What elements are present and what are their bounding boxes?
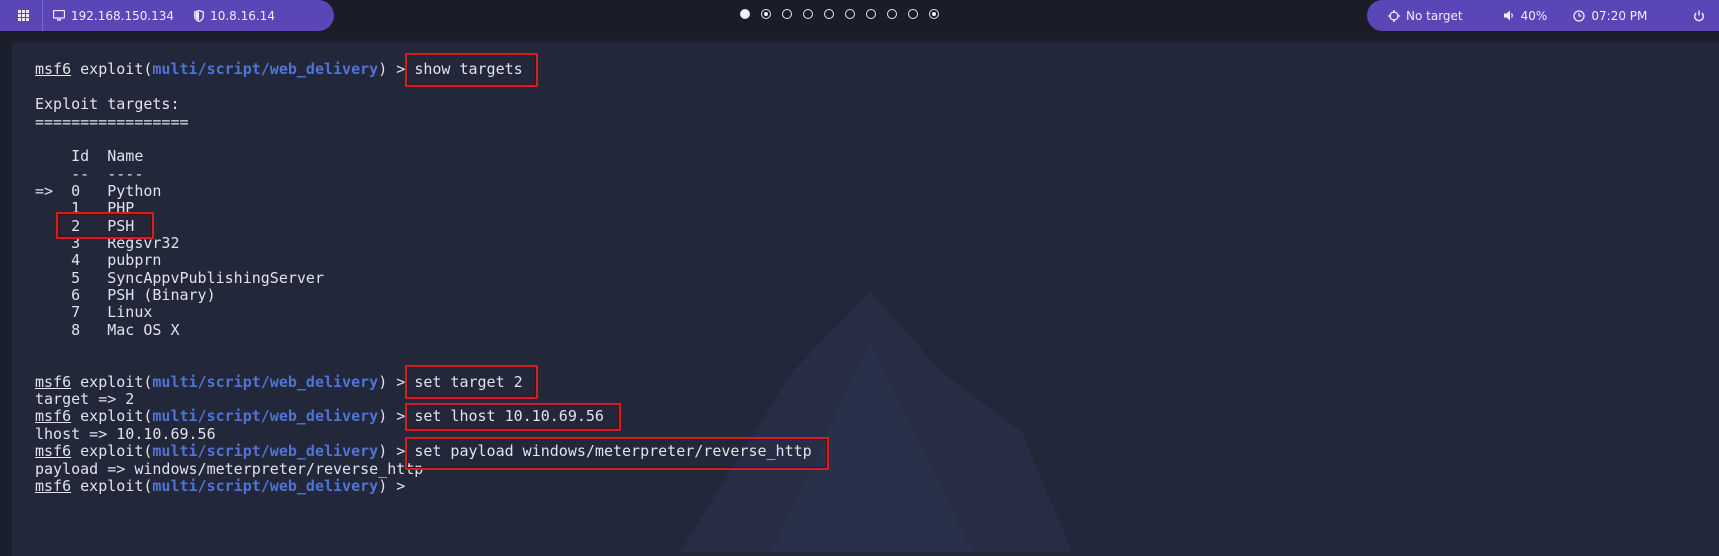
shield-icon (194, 9, 205, 22)
workspace-5-dot[interactable] (824, 9, 834, 19)
grid-menu-icon (17, 10, 29, 21)
monitor-icon (53, 10, 65, 21)
clock-icon (1573, 9, 1586, 22)
prompt-line-current[interactable]: msf6 exploit(multi/script/web_delivery) … (35, 477, 414, 496)
highlight-set-target (405, 365, 538, 399)
highlight-show-targets (405, 53, 538, 87)
workspace-indicators (740, 9, 939, 19)
status-pill-left: 192.168.150.134 10.8.16.14 (0, 0, 334, 31)
vpn-address-widget[interactable]: 10.8.16.14 (184, 0, 285, 31)
power-icon (1693, 10, 1705, 22)
workspace-10-dot[interactable] (929, 9, 939, 19)
highlight-set-lhost (405, 403, 621, 431)
workspace-3-dot[interactable] (782, 9, 792, 19)
workspace-7-dot[interactable] (866, 9, 876, 19)
targets-table-header: Id Name (35, 147, 144, 165)
clock-widget[interactable]: 07:20 PM (1563, 0, 1683, 31)
workspace-9-dot[interactable] (908, 9, 918, 19)
status-pill-right: No target 40% 07:20 PM (1367, 0, 1719, 31)
targets-heading: Exploit targets: (35, 95, 180, 113)
volume-text: 40% (1520, 8, 1548, 23)
volume-widget[interactable]: 40% (1494, 0, 1564, 31)
ip-address-widget[interactable]: 192.168.150.134 (43, 0, 184, 31)
app-menu-button[interactable] (0, 0, 43, 31)
highlight-target-psh (56, 212, 154, 239)
top-status-bar: 192.168.150.134 10.8.16.14 No target 40%… (0, 0, 1719, 32)
volume-icon (1503, 10, 1515, 21)
workspace-6-dot[interactable] (845, 9, 855, 19)
clock-text: 07:20 PM (1591, 8, 1648, 23)
workspace-2-dot[interactable] (761, 9, 771, 19)
vpn-address-text: 10.8.16.14 (210, 8, 275, 23)
target-row: 4 pubprn (35, 251, 162, 269)
workspace-4-dot[interactable] (803, 9, 813, 19)
target-row: 7 Linux (35, 303, 153, 321)
targets-heading-underline: ================= (35, 113, 189, 131)
workspace-1-dot[interactable] (740, 9, 750, 19)
power-button[interactable] (1683, 0, 1719, 31)
terminal-window[interactable]: msf6 exploit(multi/script/web_delivery) … (12, 42, 1719, 556)
target-row: 8 Mac OS X (35, 321, 180, 339)
highlight-set-payload (405, 437, 829, 470)
target-text: No target (1406, 8, 1463, 23)
ip-address-text: 192.168.150.134 (71, 8, 175, 23)
target-widget[interactable]: No target (1367, 0, 1494, 31)
crosshair-icon (1388, 9, 1400, 22)
workspace-8-dot[interactable] (887, 9, 897, 19)
